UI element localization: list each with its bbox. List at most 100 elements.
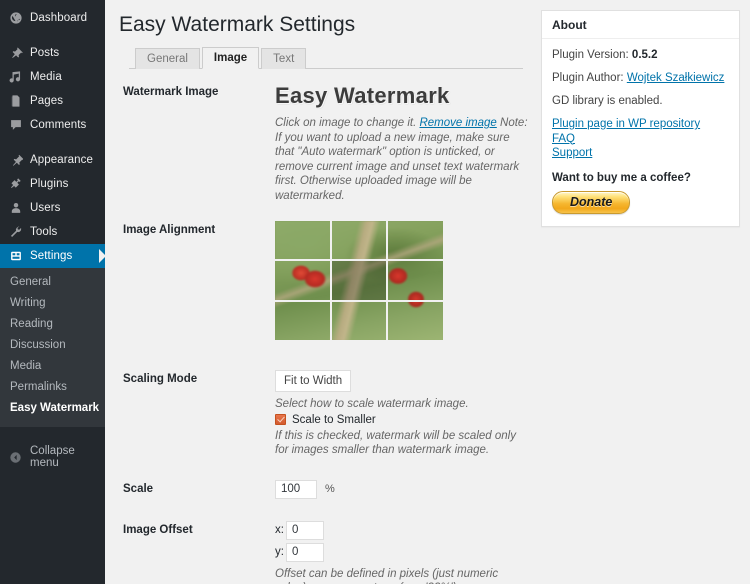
sidebar-item-users[interactable]: Users (0, 196, 105, 220)
sidebar-item-dashboard[interactable]: Dashboard (0, 6, 105, 30)
thumbnail-image (331, 301, 387, 340)
row-scale: Scale % (123, 479, 537, 499)
dashboard-icon (8, 11, 23, 26)
alignment-cell-bottom-center[interactable] (331, 301, 387, 340)
wp-admin-screen: Dashboard Posts Media Pages Comments App… (0, 0, 750, 584)
scaling-mode-hint: Select how to scale watermark image. (275, 398, 469, 410)
sidebar-item-label: Tools (30, 226, 58, 238)
thumbnail-image (331, 261, 387, 300)
scale-input[interactable] (275, 479, 317, 499)
alignment-cell-middle-right[interactable] (388, 261, 443, 300)
alignment-cell-middle-center[interactable] (331, 261, 387, 300)
thumbnail-image (275, 261, 330, 300)
label-image-alignment: Image Alignment (123, 224, 216, 236)
gd-library-status: GD library is enabled. (552, 95, 663, 107)
offset-y-input[interactable] (286, 542, 324, 562)
sidebar-item-posts[interactable]: Posts (0, 41, 105, 65)
submenu-item-easy-watermark[interactable]: Easy Watermark (0, 398, 105, 419)
link-support[interactable]: Support (552, 146, 729, 161)
row-scaling-mode: Scaling Mode Fit to Width Select how to … (123, 370, 537, 458)
sidebar-item-label: Settings (30, 250, 73, 262)
sidebar-item-comments[interactable]: Comments (0, 113, 105, 137)
pin-icon (8, 46, 23, 61)
sidebar-item-tools[interactable]: Tools (0, 220, 105, 244)
watermark-image-preview[interactable]: Easy Watermark (275, 83, 537, 109)
plugin-author-link[interactable]: Wojtek Szałkiewicz (627, 72, 725, 84)
thumbnail-image (275, 301, 330, 340)
donate-button[interactable]: Donate (552, 190, 631, 214)
offset-x-input[interactable] (286, 520, 324, 540)
users-icon (8, 201, 23, 216)
label-scale: Scale (123, 482, 154, 495)
image-settings-form: Watermark Image Easy Watermark Click on … (123, 83, 537, 584)
sidebar-item-label: Dashboard (30, 12, 88, 24)
image-offset-hint: Offset can be defined in pixels (just nu… (275, 567, 499, 584)
tab-text[interactable]: Text (261, 48, 307, 69)
submenu-item-discussion[interactable]: Discussion (0, 335, 105, 356)
scaling-mode-select[interactable]: Fit to Width (275, 370, 352, 392)
offset-x-label: x: (275, 524, 284, 536)
alignment-cell-top-left[interactable] (275, 221, 330, 260)
thumbnail-image (331, 221, 387, 260)
plugin-icon (8, 177, 23, 192)
appearance-icon (8, 153, 23, 168)
tab-general[interactable]: General (135, 48, 200, 69)
collapse-menu-button[interactable]: Collapse menu (0, 445, 105, 469)
sidebar-item-settings[interactable]: Settings (0, 244, 105, 268)
sidebar-item-pages[interactable]: Pages (0, 89, 105, 113)
row-watermark-image: Watermark Image Easy Watermark Click on … (123, 83, 537, 203)
admin-sidebar: Dashboard Posts Media Pages Comments App… (0, 0, 105, 584)
watermark-hint-prefix: Click on image to change it. (275, 117, 417, 129)
tools-icon (8, 225, 23, 240)
remove-image-link[interactable]: Remove image (419, 117, 496, 129)
alignment-cell-top-right[interactable] (388, 221, 443, 260)
label-scaling-mode: Scaling Mode (123, 373, 198, 385)
thumbnail-image (388, 261, 443, 300)
submenu-item-media[interactable]: Media (0, 356, 105, 377)
submenu-item-general[interactable]: General (0, 272, 105, 293)
submenu-item-permalinks[interactable]: Permalinks (0, 377, 105, 398)
label-watermark-image: Watermark Image (123, 86, 219, 98)
image-alignment-grid (275, 221, 443, 340)
sidebar-item-label: Comments (30, 119, 87, 131)
sidebar-item-label: Media (30, 71, 62, 83)
scale-to-smaller-row[interactable]: Scale to Smaller (275, 414, 537, 426)
main-content: Easy Watermark Settings General Image Te… (105, 0, 750, 584)
offset-y-row: y: (275, 542, 537, 562)
alignment-cell-top-center[interactable] (331, 221, 387, 260)
link-wp-repository[interactable]: Plugin page in WP repository (552, 117, 729, 132)
plugin-version-label: Plugin Version: (552, 49, 629, 61)
watermark-image-hint: Click on image to change it. Remove imag… (275, 116, 530, 203)
tab-image[interactable]: Image (201, 47, 260, 69)
plugin-author-label: Plugin Author: (552, 72, 624, 84)
settings-icon (8, 249, 23, 264)
offset-x-row: x: (275, 520, 537, 540)
plugin-author-line: Plugin Author: Wojtek Szałkiewicz (552, 71, 729, 85)
thumbnail-image (275, 221, 330, 260)
sidebar-item-plugins[interactable]: Plugins (0, 172, 105, 196)
page-icon (8, 94, 23, 109)
coffee-text: Want to buy me a coffee? (552, 171, 691, 184)
media-icon (8, 70, 23, 85)
alignment-cell-bottom-left[interactable] (275, 301, 330, 340)
alignment-cell-bottom-right[interactable] (388, 301, 443, 340)
row-image-alignment: Image Alignment (123, 221, 537, 340)
thumbnail-image (388, 221, 443, 260)
about-panel-title: About (542, 11, 739, 39)
submenu-item-writing[interactable]: Writing (0, 293, 105, 314)
sidebar-item-appearance[interactable]: Appearance (0, 148, 105, 172)
submenu-item-reading[interactable]: Reading (0, 314, 105, 335)
comment-icon (8, 118, 23, 133)
scale-to-smaller-checkbox[interactable] (275, 414, 286, 425)
link-faq[interactable]: FAQ (552, 132, 729, 147)
about-links: Plugin page in WP repository FAQ Support (552, 117, 729, 161)
sidebar-item-media[interactable]: Media (0, 65, 105, 89)
scale-to-smaller-hint: If this is checked, watermark will be sc… (275, 429, 516, 457)
scale-to-smaller-label: Scale to Smaller (292, 413, 376, 426)
plugin-version-line: Plugin Version: 0.5.2 (552, 48, 729, 62)
about-panel: About Plugin Version: 0.5.2 Plugin Autho… (541, 10, 740, 227)
sidebar-item-label: Users (30, 202, 61, 214)
sidebar-item-label: Plugins (30, 178, 69, 190)
alignment-cell-middle-left[interactable] (275, 261, 330, 300)
plugin-version-value: 0.5.2 (631, 49, 658, 61)
